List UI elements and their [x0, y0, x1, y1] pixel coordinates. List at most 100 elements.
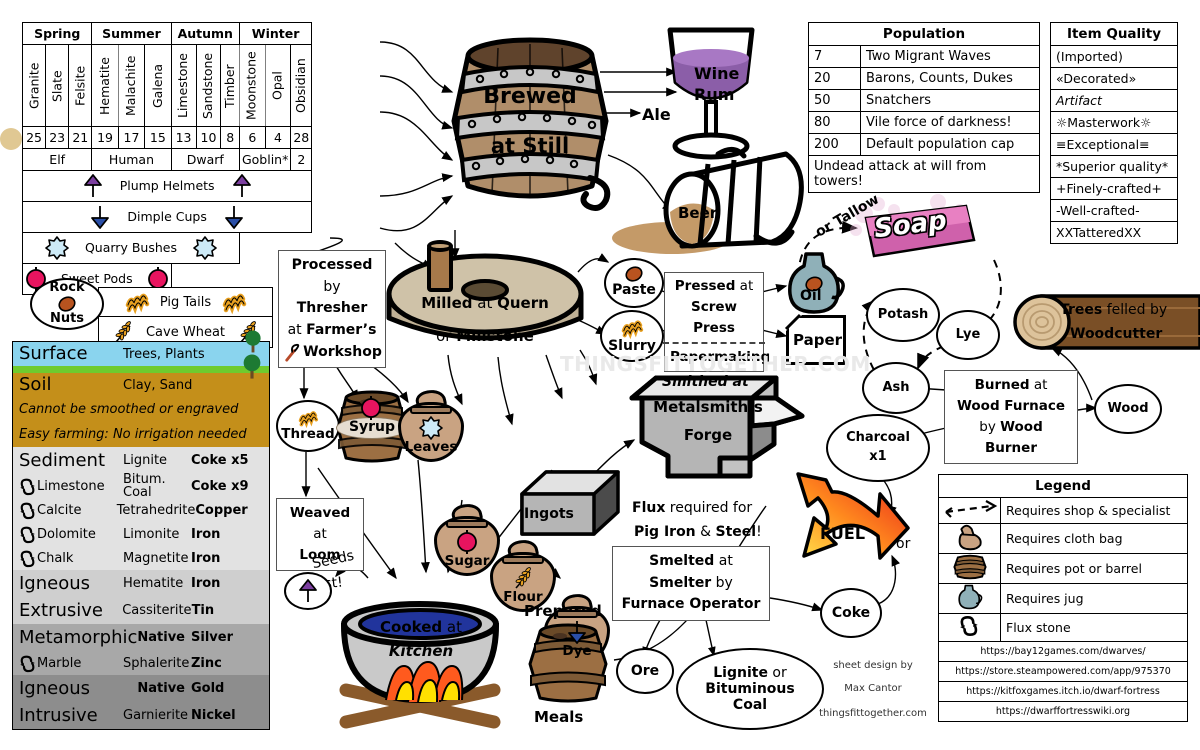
flux-stone-icon [19, 550, 36, 568]
month-number: 19 [91, 126, 119, 149]
geo-product: Coke x9 [191, 478, 249, 494]
cave-wheat-icon [514, 565, 533, 589]
crop-row-dimple-cups: Dimple Cups [21, 201, 313, 233]
race-row: Elf Human Dwarf Goblin* 2 [21, 148, 313, 171]
quern-milled: Milled [421, 294, 473, 312]
season-header-summer: Summer [91, 22, 172, 45]
item-quality-table: Item Quality (Imported) «Decorated» Arti… [1050, 22, 1178, 244]
credit-line1: sheet design by [833, 660, 913, 671]
dimple-cup-icon [91, 205, 110, 229]
kitchen-label-line1: Cooked at [336, 618, 506, 636]
legend-url[interactable]: https://bay12games.com/dwarves/ [938, 641, 1188, 662]
geo-ore: Tetrahedrite [116, 502, 196, 518]
month-number: 6 [238, 126, 266, 149]
pig-tail-icon [622, 318, 642, 338]
season-header-spring: Spring [21, 22, 93, 45]
sweet-pod-icon [361, 395, 381, 421]
geo-product: Copper [195, 502, 248, 518]
geo-row-igneous-intrusive-1: Igneous Native Gold [13, 675, 269, 702]
smelt-at: at [714, 553, 733, 569]
label-ale: Ale [642, 105, 671, 124]
dashed-arrow-icon [944, 500, 997, 518]
table-row: 80 Vile force of darkness! [808, 111, 1040, 134]
quality-level: «Decorated» [1050, 67, 1178, 90]
month-number: 17 [117, 126, 146, 149]
legend-url[interactable]: https://store.steampowered.com/app/97537… [938, 661, 1188, 682]
geo-row-soil-note: Cannot be smoothed or engraved [13, 397, 269, 421]
crop-cell: Pig Tails [98, 287, 273, 317]
geo-row-marble: Marble Sphalerite Zinc [13, 651, 269, 675]
legend-icon-cell [938, 613, 1001, 642]
node-thread: Thread [276, 400, 340, 452]
label-sugar: Sugar [444, 553, 490, 569]
dimple-cup-icon [568, 620, 586, 644]
race-cell-elf: Elf [21, 148, 93, 171]
quern-or: or [436, 327, 457, 345]
trees-word: Trees [1060, 302, 1103, 318]
geo-product: Tin [191, 603, 215, 618]
node-coke: Coke [820, 588, 882, 638]
geo-ore: Magnetite [123, 550, 189, 566]
geo-layer-name: Dolomite [37, 526, 96, 542]
month-number: 13 [170, 126, 197, 149]
legend-url[interactable]: https://kitfoxgames.itch.io/dwarf-fortre… [938, 681, 1188, 702]
geo-layer-name: Soil [19, 374, 52, 395]
jug-icon [957, 584, 982, 610]
geo-row-calcite: Calcite Tetrahedrite Copper [13, 498, 269, 522]
crop-row-plump-helmets: Plump Helmets [21, 170, 313, 202]
geo-ore: Limonite [123, 526, 180, 542]
node-paste: Paste [604, 258, 664, 308]
legend-row: Requires cloth bag [938, 523, 1188, 554]
legend-url[interactable]: https://dwarffortresswiki.org [938, 701, 1188, 722]
population-table: Population 7 Two Migrant Waves 20 Barons, … [808, 22, 1040, 193]
node-ash: Ash [862, 362, 930, 414]
credit-line2: Max Cantor [844, 683, 902, 694]
table-row: XXTatteredXX [1050, 221, 1178, 244]
quality-level: XXTatteredXX [1050, 221, 1178, 244]
geo-row-sediment: Sediment Lignite Coke x5 [13, 447, 269, 474]
geo-product: Coke x5 [191, 453, 249, 468]
label-woodcutter: Woodcutter [1070, 326, 1163, 342]
sweet-pod-icon [457, 529, 477, 555]
month-number: 28 [290, 126, 313, 149]
geo-ore: Sphalerite [123, 655, 190, 671]
bag-tie [556, 610, 598, 618]
geo-row-igneous-intrusive-2: Intrusive Garnierite Nickel [13, 702, 269, 729]
pig-tail-icon [126, 291, 148, 313]
smelt-smelted: Smelted [649, 553, 715, 569]
geo-layer-name: Metamorphic [19, 626, 138, 648]
geo-row-limestone: Limestone Bitum. Coal Coke x9 [13, 472, 269, 500]
geology-panel: Surface Trees, Plants Soil Clay, Sand Ca… [12, 330, 270, 730]
crop-label: Pig Tails [159, 294, 212, 310]
quality-level: +Finely-crafted+ [1050, 177, 1178, 200]
population-number: 200 [808, 133, 861, 156]
population-text: Barons, Counts, Dukes [860, 67, 1040, 90]
population-number: 80 [808, 111, 861, 134]
legend-url-row: https://kitfoxgames.itch.io/dwarf-fortre… [938, 681, 1188, 702]
month-number: 21 [68, 126, 93, 149]
geo-row-soil-note: Easy farming: No irrigation needed [13, 421, 269, 447]
geo-ore: Lignite [123, 453, 168, 468]
geo-layer-name: Calcite [37, 502, 82, 518]
month-cell: Opal [265, 44, 291, 127]
oil-jug-illustration [784, 250, 848, 316]
month-number: 4 [264, 126, 292, 149]
geo-product: Silver [191, 630, 233, 645]
month-cell: Hematite [91, 44, 119, 127]
quern-at: at [472, 294, 498, 312]
processed-farmers: Farmer’s [306, 322, 377, 339]
geo-ore: Bitum. Coal [123, 472, 166, 500]
quern-handle-top [427, 240, 453, 252]
geo-ore: Native [137, 630, 185, 645]
label-ingots: Ingots [524, 506, 574, 522]
table-row: 200 Default population cap [808, 133, 1040, 156]
press-pressed: Pressed [674, 278, 736, 294]
label-oil: Oil [800, 288, 822, 304]
node-lye: Lye [936, 310, 1000, 360]
month-number: 8 [220, 126, 240, 149]
geo-row-igneous-extrusive-1: Igneous Hematite Iron [13, 570, 269, 597]
processed-by: by [323, 278, 341, 295]
legend-text: Requires shop & specialist [1000, 497, 1188, 524]
quality-level: ≡Exceptional≡ [1050, 133, 1178, 156]
legend-icon-cell [938, 583, 1001, 614]
